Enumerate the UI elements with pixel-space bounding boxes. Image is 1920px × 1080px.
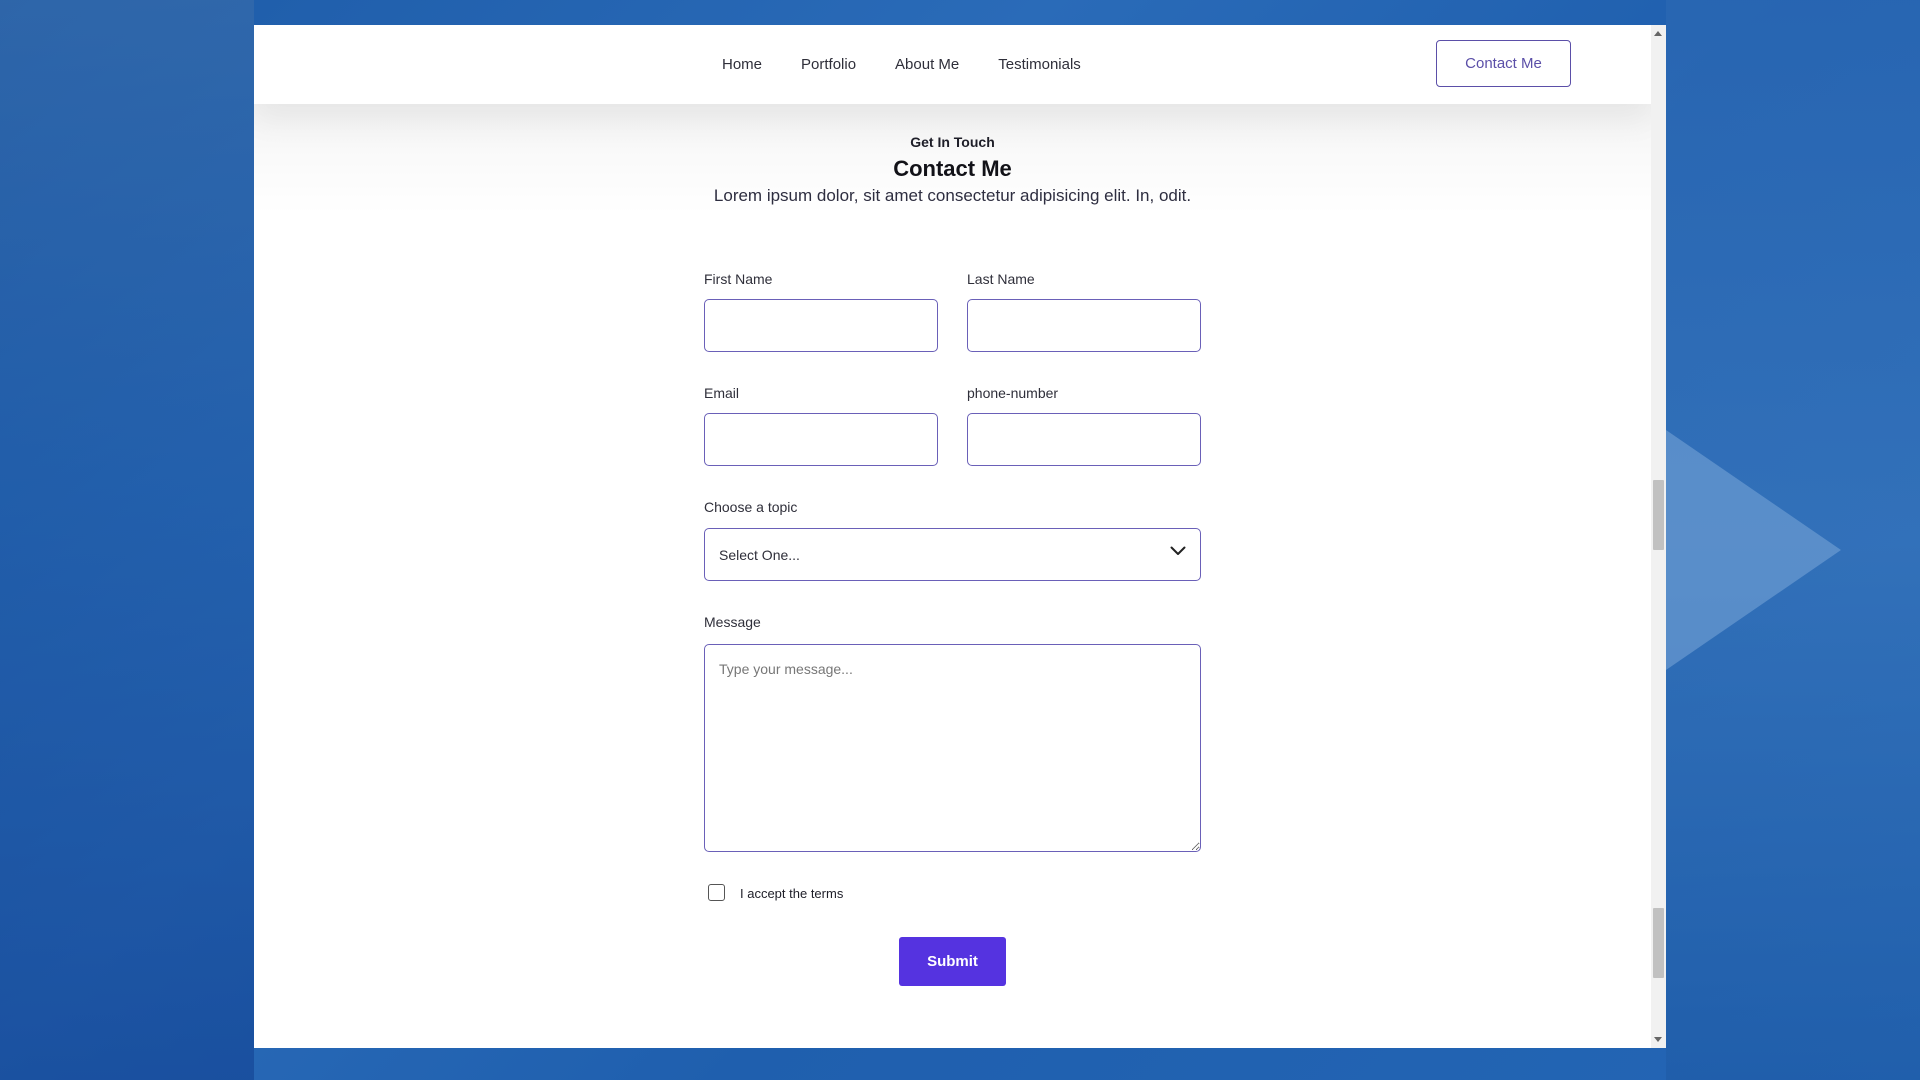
- email-label: Email: [704, 385, 740, 401]
- section-eyebrow: Get In Touch: [910, 134, 995, 150]
- phone-number-field[interactable]: [967, 413, 1201, 466]
- first-name-label: First Name: [704, 271, 773, 287]
- chevron-down-icon: [1170, 546, 1186, 555]
- nav-link-portfolio[interactable]: Portfolio: [801, 56, 856, 73]
- page-subtitle: Lorem ipsum dolor, sit amet consectetur …: [713, 186, 1192, 205]
- topic-label: Choose a topic: [704, 499, 798, 515]
- last-name-label: Last Name: [967, 271, 1035, 287]
- arrow-down-icon[interactable]: [1654, 1037, 1662, 1042]
- topic-select-value: Select One...: [719, 546, 800, 563]
- scrollbar[interactable]: [1651, 25, 1666, 1048]
- navbar: Home Portfolio About Me Testimonials Con…: [254, 25, 1651, 104]
- background-triangle: [1666, 430, 1841, 670]
- background-left-panel: [0, 0, 254, 1080]
- email-field[interactable]: [704, 413, 938, 466]
- terms-checkbox[interactable]: [708, 884, 725, 901]
- nav-link-about-me[interactable]: About Me: [895, 56, 959, 73]
- browser-window: Home Portfolio About Me Testimonials Con…: [254, 25, 1666, 1048]
- page-title: Contact Me: [893, 156, 1012, 181]
- topic-select[interactable]: Select One...: [704, 528, 1201, 581]
- submit-button[interactable]: Submit: [899, 937, 1006, 986]
- message-textarea[interactable]: [704, 644, 1201, 852]
- nav-links: Home Portfolio About Me Testimonials: [722, 25, 1120, 104]
- phone-number-label: phone-number: [967, 385, 1059, 401]
- scrollbar-thumb-secondary[interactable]: [1653, 908, 1664, 978]
- contact-me-button[interactable]: Contact Me: [1436, 40, 1571, 87]
- last-name-field[interactable]: [967, 299, 1201, 352]
- arrow-up-icon[interactable]: [1654, 31, 1662, 36]
- scrollbar-thumb[interactable]: [1653, 480, 1664, 550]
- nav-link-home[interactable]: Home: [722, 56, 762, 73]
- message-label: Message: [704, 614, 761, 630]
- terms-label: I accept the terms: [740, 886, 844, 901]
- first-name-field[interactable]: [704, 299, 938, 352]
- nav-link-testimonials[interactable]: Testimonials: [998, 56, 1081, 73]
